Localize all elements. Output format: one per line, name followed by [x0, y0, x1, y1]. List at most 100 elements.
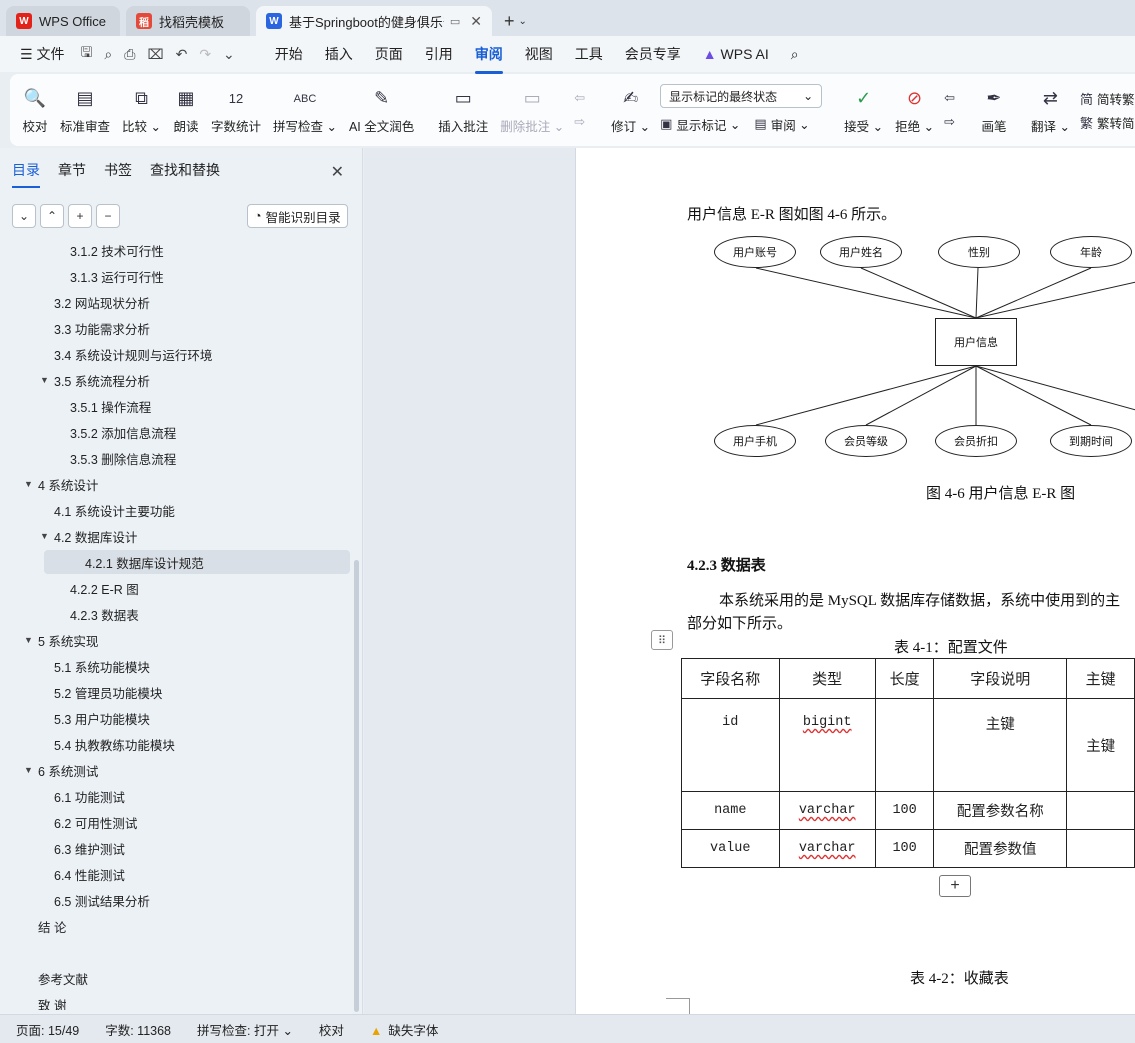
tab-bookmarks[interactable]: 书签 [104, 160, 132, 188]
proofread-status[interactable]: 校对 [319, 1020, 344, 1039]
add-table-row-button[interactable]: + [939, 875, 971, 897]
chevron-down-icon[interactable]: ⌄ [519, 16, 527, 27]
review-pane-button[interactable]: ▤ 审阅 ⌄ [754, 112, 809, 136]
table-cell[interactable]: 主键 [933, 698, 1068, 792]
toc-item[interactable]: 5.4 执教教练功能模块 [40, 732, 175, 756]
toc-item[interactable]: 3.4 系统设计规则与运行环境 [40, 342, 212, 366]
menu-item-tools[interactable]: 工具 [569, 40, 609, 68]
redo-icon[interactable]: ↷ [199, 46, 211, 63]
toc-item[interactable]: 3.1.2 技术可行性 [56, 240, 164, 262]
track-changes-button[interactable]: ✍ 修订 ⌄ [605, 80, 656, 140]
undo-icon[interactable]: ↶ [176, 46, 188, 63]
next-change-button[interactable]: ⇨ [944, 110, 959, 134]
table-cell[interactable]: 配置参数名称 [933, 791, 1068, 830]
toc-item[interactable]: 6.1 功能测试 [40, 784, 125, 808]
table-cell[interactable] [1066, 791, 1135, 830]
ai-polish-button[interactable]: ✎ AI 全文润色 [343, 80, 420, 140]
print-preview-icon[interactable]: ⌧ [147, 46, 163, 63]
previous-comment-button[interactable]: ⇦ [574, 86, 589, 110]
word-count-indicator[interactable]: 字数: 11368 [105, 1020, 171, 1039]
expand-triangle-icon[interactable]: ▼ [40, 375, 54, 385]
tab-chapters[interactable]: 章节 [58, 160, 86, 188]
toc-item[interactable] [24, 940, 38, 964]
menu-item-member[interactable]: 会员专享 [619, 40, 687, 68]
toc-item[interactable]: 5.3 用户功能模块 [40, 706, 150, 730]
delete-comment-button[interactable]: ▭ 删除批注 ⌄ [494, 80, 570, 140]
compare-button[interactable]: ⧉ 比较 ⌄ [116, 80, 167, 140]
add-heading-button[interactable]: + [68, 204, 92, 228]
previous-change-button[interactable]: ⇦ [944, 86, 959, 110]
save-icon[interactable]: 🖫 [80, 42, 92, 66]
toc-item[interactable]: 4.1 系统设计主要功能 [40, 498, 175, 522]
to-traditional-button[interactable]: 简简转繁 [1080, 86, 1135, 110]
remove-heading-button[interactable]: − [96, 204, 120, 228]
toc-item[interactable]: 6.3 维护测试 [40, 836, 125, 860]
toc-item[interactable]: 5.1 系统功能模块 [40, 654, 150, 678]
toc-item[interactable]: 结 论 [24, 914, 66, 938]
menu-item-review[interactable]: 审阅 [469, 40, 509, 74]
markup-mode-select[interactable]: 显示标记的最终状态 ⌄ [660, 84, 823, 108]
toc-item[interactable]: 3.5.3 删除信息流程 [56, 446, 176, 470]
proofread-button[interactable]: 🔍 校对 [16, 80, 54, 140]
spell-check-status[interactable]: 拼写检查: 打开 ⌄ [197, 1020, 293, 1039]
toc-item[interactable]: 6.5 测试结果分析 [40, 888, 150, 912]
expand-triangle-icon[interactable]: ▼ [24, 765, 38, 775]
expand-triangle-icon[interactable]: ▼ [24, 635, 38, 645]
toc-item[interactable]: ▼ 6 系统测试 [24, 758, 98, 782]
tab-wps-office[interactable]: W WPS Office [6, 6, 120, 36]
accept-button[interactable]: ✓ 接受 ⌄ [838, 80, 889, 140]
toc-item[interactable]: 5.2 管理员功能模块 [40, 680, 162, 704]
toc-item[interactable]: 4.2.2 E-R 图 [56, 576, 139, 600]
toc-item[interactable]: 3.2 网站现状分析 [40, 290, 150, 314]
show-markup-button[interactable]: ▣ 显示标记 ⌄ [660, 112, 740, 136]
tab-current-document[interactable]: W 基于Springboot的健身俱乐部 ▭ ✕ [256, 6, 492, 36]
toc-item[interactable]: 6.2 可用性测试 [40, 810, 137, 834]
page-indicator[interactable]: 页面: 15/49 [16, 1020, 79, 1039]
menu-item-page[interactable]: 页面 [369, 40, 409, 68]
toc-item[interactable]: ▼ 4 系统设计 [24, 472, 98, 496]
menu-item-view[interactable]: 视图 [519, 40, 559, 68]
table-move-handle[interactable]: ⠿ [651, 630, 673, 650]
table-cell[interactable]: bigint [778, 698, 876, 792]
toc-item[interactable]: 致 谢 [24, 992, 66, 1011]
toc-item[interactable]: 3.1.3 运行可行性 [56, 264, 164, 288]
spell-check-button[interactable]: ABC 拼写检查 ⌄ [267, 80, 343, 140]
to-simplified-button[interactable]: 繁繁转简 [1080, 110, 1135, 134]
ink-button[interactable]: ✒ 画笔 [975, 80, 1013, 140]
more-chevron-icon[interactable]: ⌄ [223, 46, 235, 63]
toc-item[interactable]: ▼ 3.5 系统流程分析 [40, 368, 150, 392]
toc-item[interactable]: ▼ 5 系统实现 [24, 628, 98, 652]
toc-scrollbar[interactable] [354, 560, 359, 1012]
collapse-up-button[interactable]: ⌃ [40, 204, 64, 228]
word-count-button[interactable]: 12 字数统计 [205, 80, 267, 140]
missing-font-status[interactable]: ▲ 缺失字体 [370, 1020, 438, 1039]
wps-ai-menu[interactable]: ▲ WPS AI [697, 42, 775, 66]
menu-item-home[interactable]: 开始 [269, 40, 309, 68]
toc-item[interactable]: 参考文献 [24, 966, 88, 990]
table-cell[interactable]: 主键 [1066, 698, 1135, 792]
table-cell[interactable]: 配置参数值 [933, 829, 1068, 868]
table-cell[interactable]: 100 [874, 829, 935, 868]
toc-item[interactable]: ▼ 4.2 数据库设计 [40, 524, 137, 548]
menu-item-references[interactable]: 引用 [419, 40, 459, 68]
tab-docer-templates[interactable]: 稻 找稻壳模板 [126, 6, 250, 36]
reject-button[interactable]: ⊘ 拒绝 ⌄ [889, 80, 940, 140]
read-aloud-button[interactable]: ▦ 朗读 [167, 80, 205, 140]
toc-item[interactable]: 3.5.1 操作流程 [56, 394, 151, 418]
file-menu[interactable]: ☰ 文件 [14, 40, 70, 68]
toc-item[interactable]: 4.2.3 数据表 [56, 602, 139, 626]
toc-item[interactable]: 4.2.1 数据库设计规范 [44, 550, 350, 574]
translate-button[interactable]: ⇄ 翻译 ⌄ [1025, 80, 1076, 140]
tab-toc[interactable]: 目录 [12, 160, 40, 188]
toc-item[interactable]: 3.5.2 添加信息流程 [56, 420, 176, 444]
table-cell[interactable] [874, 698, 935, 792]
close-panel-icon[interactable]: ✕ [331, 162, 344, 182]
tab-find-replace[interactable]: 查找和替换 [150, 160, 220, 188]
table-cell[interactable] [1066, 829, 1135, 868]
pin-icon[interactable]: ⌕ [104, 46, 112, 63]
smart-toc-button[interactable]: ◔ 智能识别目录 [247, 204, 348, 228]
table-cell[interactable]: id [681, 698, 780, 792]
expand-triangle-icon[interactable]: ▼ [40, 531, 54, 541]
menu-item-insert[interactable]: 插入 [319, 40, 359, 68]
toc-item[interactable]: 3.3 功能需求分析 [40, 316, 150, 340]
